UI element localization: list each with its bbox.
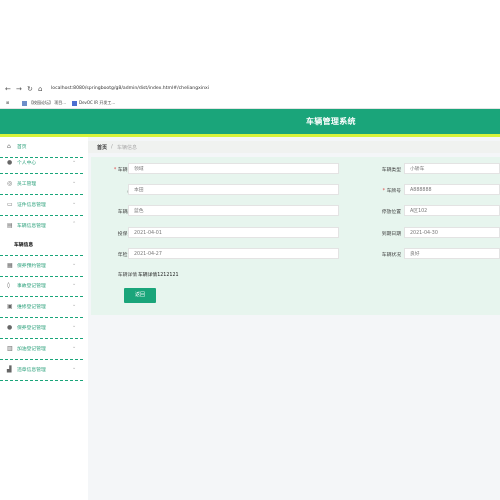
- car-icon: ▤: [7, 222, 13, 229]
- fuel-icon: ▥: [7, 345, 13, 352]
- field-label-expiry-date: 到期日期: [381, 232, 401, 237]
- user-icon: ●: [7, 159, 13, 166]
- chevron-up-icon: ⌃: [72, 221, 77, 227]
- field-label-description: 车辆详情: [117, 273, 137, 278]
- chevron-down-icon: ⌄: [72, 158, 77, 164]
- alert-icon: ◊: [7, 282, 10, 289]
- field-label-vehicle-type: 车辆类型: [381, 168, 401, 173]
- sidebar: ⌂ 首页 ● 个人中心 ⌄ ◎ 员工管理 ⌄ ▭ 证件信息管理 ⌄ ▤ 车辆信息…: [0, 137, 83, 500]
- plate-number-field[interactable]: A888888: [404, 184, 500, 195]
- inspection-date-field[interactable]: 2021-04-27: [128, 248, 339, 259]
- parking-location-field[interactable]: A区102: [404, 205, 500, 216]
- chevron-down-icon: ⌄: [72, 261, 77, 267]
- brand-field[interactable]: 本田: [128, 184, 339, 195]
- vehicle-name-field[interactable]: 领域: [128, 163, 339, 174]
- wrench-icon: ▣: [7, 303, 13, 310]
- chevron-down-icon: ⌄: [72, 323, 77, 329]
- sidebar-item-documents[interactable]: ▭ 证件信息管理 ⌄: [0, 195, 83, 216]
- forward-arrow-icon[interactable]: →: [16, 85, 22, 93]
- user-check-icon: ●: [7, 324, 13, 331]
- bookmark-2[interactable]: DevOC IR 开发工...: [72, 99, 115, 106]
- sidebar-subitem-vehicle-info[interactable]: 车辆信息: [14, 241, 33, 248]
- vehicle-type-field[interactable]: 小轿车: [404, 163, 500, 174]
- breadcrumb: 首页 / 车辆信息: [88, 141, 500, 153]
- bookmark-favicon-icon: [72, 100, 77, 106]
- chevron-down-icon: ⌄: [72, 344, 77, 350]
- bookmark-favicon-icon: [22, 100, 27, 106]
- sidebar-item-maintenance-records[interactable]: ● 保养登记管理 ⌄: [0, 318, 83, 339]
- sidebar-item-profile[interactable]: ● 个人中心 ⌄: [0, 153, 83, 174]
- calendar-icon: ▦: [7, 262, 13, 269]
- bookmark-1[interactable]: 【校园论坛】 项目...: [22, 99, 66, 106]
- sidebar-item-accidents[interactable]: ◊ 事故登记管理 ⌄: [0, 276, 83, 297]
- document-icon: ▭: [7, 201, 13, 208]
- expiry-date-field[interactable]: 2021-04-30: [404, 227, 500, 238]
- vehicle-description: 车辆详情1212121: [138, 273, 179, 278]
- field-label-parking: 停放位置: [381, 210, 401, 215]
- app-title: 车辆管理系统: [306, 117, 356, 126]
- field-label-plate: * 车牌号: [382, 189, 401, 194]
- sidebar-item-staff[interactable]: ◎ 员工管理 ⌄: [0, 174, 83, 195]
- home-icon: ⌂: [7, 143, 11, 150]
- browser-toolbar: ← → ↻ ⌂ localhost:8080/springbootg/g8/ad…: [0, 80, 500, 109]
- sidebar-item-vehicles[interactable]: ▤ 车辆信息管理 ⌃: [0, 216, 83, 236]
- chevron-down-icon: ⌄: [72, 281, 77, 287]
- chevron-down-icon: ⌄: [72, 179, 77, 185]
- vehicle-color-field[interactable]: 蓝色: [128, 205, 339, 216]
- app-header: 车辆管理系统: [0, 109, 500, 137]
- address-bar[interactable]: localhost:8080/springbootg/g8/admin/dist…: [51, 84, 491, 94]
- home-browser-icon[interactable]: ⌂: [38, 85, 42, 93]
- breadcrumb-current: 车辆信息: [117, 145, 138, 151]
- sidebar-item-repairs[interactable]: ▣ 维修登记管理 ⌄: [0, 297, 83, 318]
- back-button[interactable]: 返回: [124, 288, 156, 303]
- sidebar-item-violations[interactable]: ▟ 违章信息管理 ⌄: [0, 360, 83, 381]
- field-label-condition: 车辆状况: [381, 253, 401, 258]
- breadcrumb-separator: /: [111, 144, 113, 150]
- chevron-down-icon: ⌄: [72, 302, 77, 308]
- insurance-date-field[interactable]: 2021-04-01: [128, 227, 339, 238]
- breadcrumb-home[interactable]: 首页: [97, 144, 107, 151]
- back-arrow-icon[interactable]: ←: [5, 85, 11, 93]
- ticket-icon: ▟: [7, 366, 12, 373]
- vehicle-condition-field[interactable]: 良好: [404, 248, 500, 259]
- apps-icon[interactable]: ⊞: [6, 99, 9, 106]
- chevron-down-icon: ⌄: [72, 365, 77, 371]
- sidebar-item-fuel[interactable]: ▥ 加油登记管理 ⌄: [0, 339, 83, 360]
- chevron-down-icon: ⌄: [72, 200, 77, 206]
- reload-icon[interactable]: ↻: [27, 85, 33, 93]
- staff-icon: ◎: [7, 180, 13, 187]
- sidebar-item-maintenance-booking[interactable]: ▦ 保养预约管理 ⌄: [0, 255, 83, 277]
